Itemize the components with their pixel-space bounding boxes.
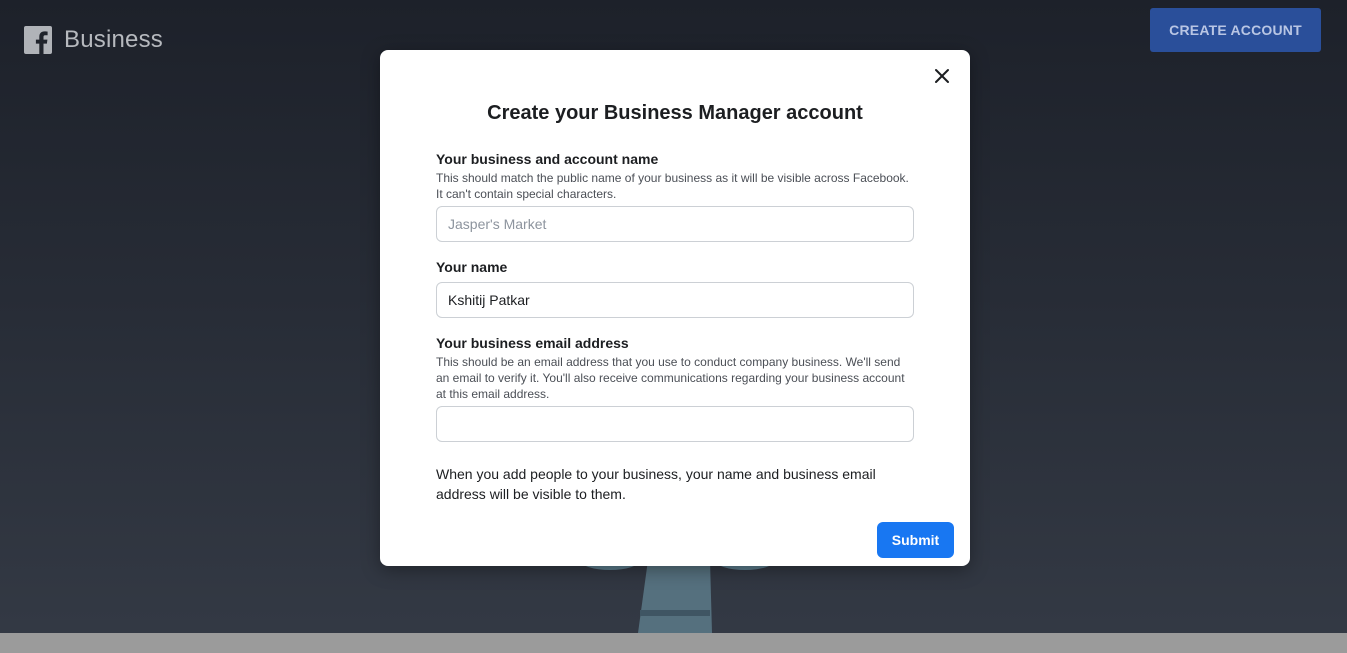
brand-text: Business [64,26,163,53]
footer-strip [0,633,1347,653]
business-email-label: Your business email address [436,335,629,351]
submit-button[interactable]: Submit [877,522,954,558]
visibility-notice: When you add people to your business, yo… [436,466,876,502]
business-name-label: Your business and account name [436,151,659,167]
dialog-title: Create your Business Manager account [487,102,863,124]
business-name-input[interactable] [436,206,914,242]
create-business-dialog: Create your Business Manager account You… [380,50,970,566]
page-background: Business CREATE ACCOUNT Create your Busi… [0,0,1347,653]
business-email-input[interactable] [436,406,914,442]
your-name-input[interactable] [436,282,914,318]
business-email-help: This should be an email address that you… [436,355,905,401]
your-name-label: Your name [436,259,508,275]
brand-logo[interactable]: Business [24,26,163,54]
facebook-logo-icon [24,26,52,54]
create-account-button[interactable]: CREATE ACCOUNT [1150,8,1321,52]
business-name-help: This should match the public name of you… [436,171,909,201]
close-icon[interactable] [932,66,952,86]
